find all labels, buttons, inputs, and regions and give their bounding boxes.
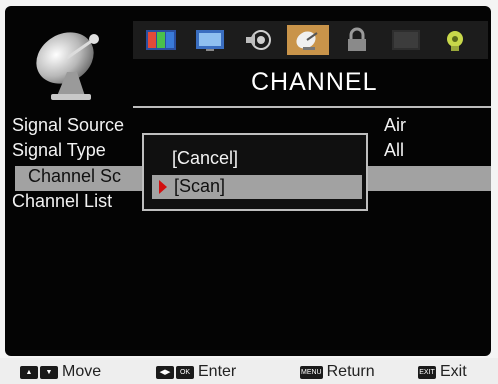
menu-item-value: Air [384, 115, 406, 135]
title-divider [133, 106, 491, 108]
menu-title: CHANNEL [251, 68, 378, 96]
up-key-icon: ▲ [20, 365, 38, 379]
scan-option[interactable]: [Scan] [152, 175, 362, 199]
tab-sound[interactable] [238, 25, 280, 55]
down-key-icon: ▼ [40, 365, 58, 379]
tab-screen[interactable] [189, 25, 231, 55]
sound-icon [246, 30, 271, 50]
setup-icon [447, 31, 463, 51]
cancel-option-label: [Cancel] [172, 148, 239, 168]
scan-confirm-dialog: [Cancel] [Scan] [142, 133, 368, 211]
key-hint-bar: ▲ ▼ Move ◀▶ OK Enter MENU Return EXIT Ex… [0, 358, 498, 384]
hint-enter: ◀▶ OK Enter [156, 363, 237, 380]
hint-return: MENU Return [300, 363, 375, 380]
menu-item-label: Signal Source [12, 115, 125, 135]
hint-enter-label: Enter [198, 363, 237, 380]
menu-item-value: All [384, 140, 405, 160]
tab-picture[interactable] [140, 25, 182, 55]
tab-setup[interactable] [434, 25, 476, 55]
tab-channel[interactable] [287, 25, 329, 55]
ok-key-icon: OK [176, 365, 194, 379]
osd-screen: CHANNEL Signal Source Air Signal Type Al… [5, 6, 491, 356]
screen-icon [196, 30, 224, 51]
menu-item-label: Signal Type [12, 140, 106, 160]
hint-exit-label: Exit [440, 363, 467, 380]
hint-move: ▲ ▼ Move [20, 363, 102, 380]
hint-move-label: Move [62, 363, 102, 380]
channel-icon [296, 31, 318, 50]
pointer-arrow-icon [159, 180, 167, 194]
menu-item-label: Channel Sc [28, 166, 122, 186]
picture-icon [146, 30, 176, 50]
lock-icon [348, 27, 366, 51]
hint-exit: EXIT Exit [418, 363, 467, 380]
menu-key-icon: MENU [300, 365, 323, 379]
tab-time[interactable] [385, 25, 427, 55]
menu-item-label: Channel List [12, 191, 113, 211]
menu-tab-bar [133, 21, 488, 59]
hint-return-label: Return [326, 363, 375, 380]
left-right-key-icon: ◀▶ [156, 365, 174, 379]
exit-key-icon: EXIT [418, 365, 436, 379]
cancel-option[interactable]: [Cancel] [144, 147, 366, 171]
tab-lock[interactable] [336, 25, 378, 55]
time-icon [392, 30, 420, 50]
scan-option-label: [Scan] [174, 176, 226, 196]
satellite-dish-icon [36, 32, 99, 100]
